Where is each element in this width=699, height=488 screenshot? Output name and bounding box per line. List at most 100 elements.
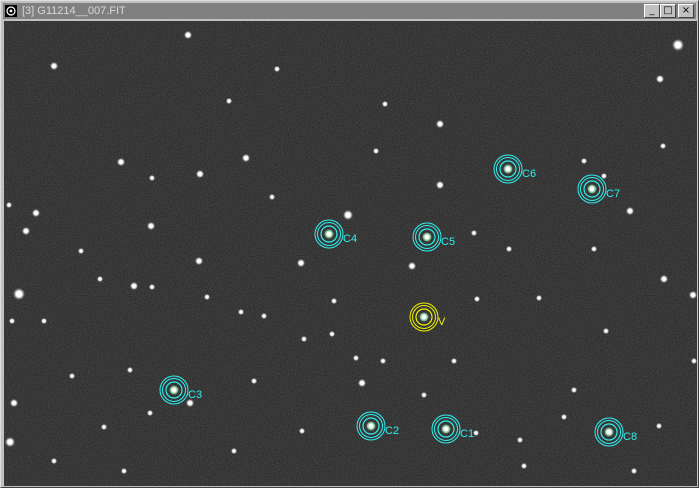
comparison-star-marker-label: C8 bbox=[623, 431, 637, 443]
marked-star-core bbox=[444, 427, 448, 431]
comparison-star-marker-label: C6 bbox=[522, 168, 536, 180]
field-star-core bbox=[148, 411, 152, 415]
field-star-core bbox=[472, 231, 476, 235]
field-star-core bbox=[79, 249, 83, 253]
field-star-core bbox=[537, 296, 541, 300]
field-star-core bbox=[149, 224, 153, 228]
field-star-core bbox=[632, 469, 636, 473]
field-star-core bbox=[262, 314, 266, 318]
field-star-core bbox=[300, 429, 304, 433]
field-star-core bbox=[345, 212, 351, 218]
field-star-core bbox=[383, 102, 387, 106]
field-star-core bbox=[422, 393, 426, 397]
field-star-core bbox=[691, 293, 695, 297]
sky-noise bbox=[4, 21, 697, 486]
marked-star-core bbox=[425, 235, 429, 239]
field-star-core bbox=[299, 261, 303, 265]
field-star-core bbox=[16, 291, 22, 297]
field-star-core bbox=[132, 284, 136, 288]
marked-star-core bbox=[506, 167, 510, 171]
field-star-core bbox=[24, 229, 28, 233]
comparison-star-marker-label: C7 bbox=[606, 188, 620, 200]
field-star-core bbox=[52, 459, 56, 463]
field-star-core bbox=[186, 33, 190, 37]
field-star-core bbox=[122, 469, 126, 473]
field-star-core bbox=[628, 209, 632, 213]
field-star-core bbox=[657, 424, 661, 428]
field-star-core bbox=[658, 77, 662, 81]
field-star-core bbox=[374, 149, 378, 153]
field-star-core bbox=[102, 425, 106, 429]
maximize-button[interactable]: □ bbox=[660, 4, 676, 18]
fits-image-canvas[interactable]: C1 C2 C3 C4 C5 C6 C7 C8 V bbox=[4, 21, 697, 486]
field-star-core bbox=[52, 64, 56, 68]
field-star-core bbox=[354, 356, 358, 360]
field-star-core bbox=[662, 277, 666, 281]
field-star-core bbox=[592, 247, 596, 251]
field-star-core bbox=[270, 195, 274, 199]
comparison-star-marker-label: C4 bbox=[343, 233, 357, 245]
window-title: [3] G11214__007.FIT bbox=[22, 5, 126, 17]
field-star-core bbox=[119, 160, 123, 164]
field-star-core bbox=[692, 359, 696, 363]
close-button[interactable]: × bbox=[678, 4, 694, 18]
field-star-core bbox=[507, 247, 511, 251]
field-star-core bbox=[438, 183, 442, 187]
field-star-core bbox=[675, 42, 681, 48]
field-star-core bbox=[332, 299, 336, 303]
variable-star-marker-label: V bbox=[438, 316, 446, 328]
app-icon[interactable] bbox=[4, 4, 18, 18]
field-star-core bbox=[150, 285, 154, 289]
field-star-core bbox=[7, 203, 11, 207]
field-star-core bbox=[474, 431, 478, 435]
field-star-core bbox=[150, 176, 154, 180]
marked-star-core bbox=[590, 187, 594, 191]
field-star-core bbox=[522, 464, 526, 468]
marked-star-core bbox=[369, 424, 373, 428]
marked-star-core bbox=[327, 232, 331, 236]
title-bar[interactable]: [3] G11214__007.FIT _ □ × bbox=[3, 3, 696, 19]
field-star-core bbox=[582, 159, 586, 163]
marked-star-core bbox=[607, 430, 611, 434]
field-star-core bbox=[205, 295, 209, 299]
field-star-core bbox=[438, 122, 442, 126]
field-star-core bbox=[381, 359, 385, 363]
field-star-core bbox=[232, 449, 236, 453]
field-star-core bbox=[10, 319, 14, 323]
field-star-core bbox=[518, 438, 522, 442]
field-star-core bbox=[34, 211, 38, 215]
field-star-core bbox=[7, 439, 13, 445]
field-star-core bbox=[198, 172, 202, 176]
field-star-core bbox=[360, 381, 364, 385]
field-star-core bbox=[330, 332, 334, 336]
field-star-core bbox=[604, 329, 608, 333]
field-star-core bbox=[42, 319, 46, 323]
field-star-core bbox=[239, 310, 243, 314]
comparison-star-marker-label: C2 bbox=[385, 425, 399, 437]
field-star-core bbox=[562, 415, 566, 419]
field-star-core bbox=[302, 337, 306, 341]
field-star-core bbox=[602, 174, 606, 178]
marked-star-core bbox=[422, 315, 426, 319]
field-star-core bbox=[197, 259, 201, 263]
field-star-core bbox=[70, 374, 74, 378]
field-star-core bbox=[188, 401, 192, 405]
field-star-core bbox=[98, 277, 102, 281]
field-star-core bbox=[244, 156, 248, 160]
field-star-core bbox=[275, 67, 279, 71]
image-window: [3] G11214__007.FIT _ □ × C1 C2 C3 C4 C5… bbox=[0, 0, 699, 488]
comparison-star-marker-label: C1 bbox=[460, 428, 474, 440]
minimize-button[interactable]: _ bbox=[644, 4, 660, 18]
field-star-core bbox=[227, 99, 231, 103]
field-star-core bbox=[128, 368, 132, 372]
field-star-core bbox=[12, 401, 16, 405]
comparison-star-marker-label: C3 bbox=[188, 389, 202, 401]
marked-star-core bbox=[172, 388, 176, 392]
field-star-core bbox=[252, 379, 256, 383]
field-star-core bbox=[661, 144, 665, 148]
field-star-core bbox=[410, 264, 414, 268]
field-star-core bbox=[452, 359, 456, 363]
field-star-core bbox=[572, 388, 576, 392]
comparison-star-marker-label: C5 bbox=[441, 236, 455, 248]
field-star-core bbox=[475, 297, 479, 301]
